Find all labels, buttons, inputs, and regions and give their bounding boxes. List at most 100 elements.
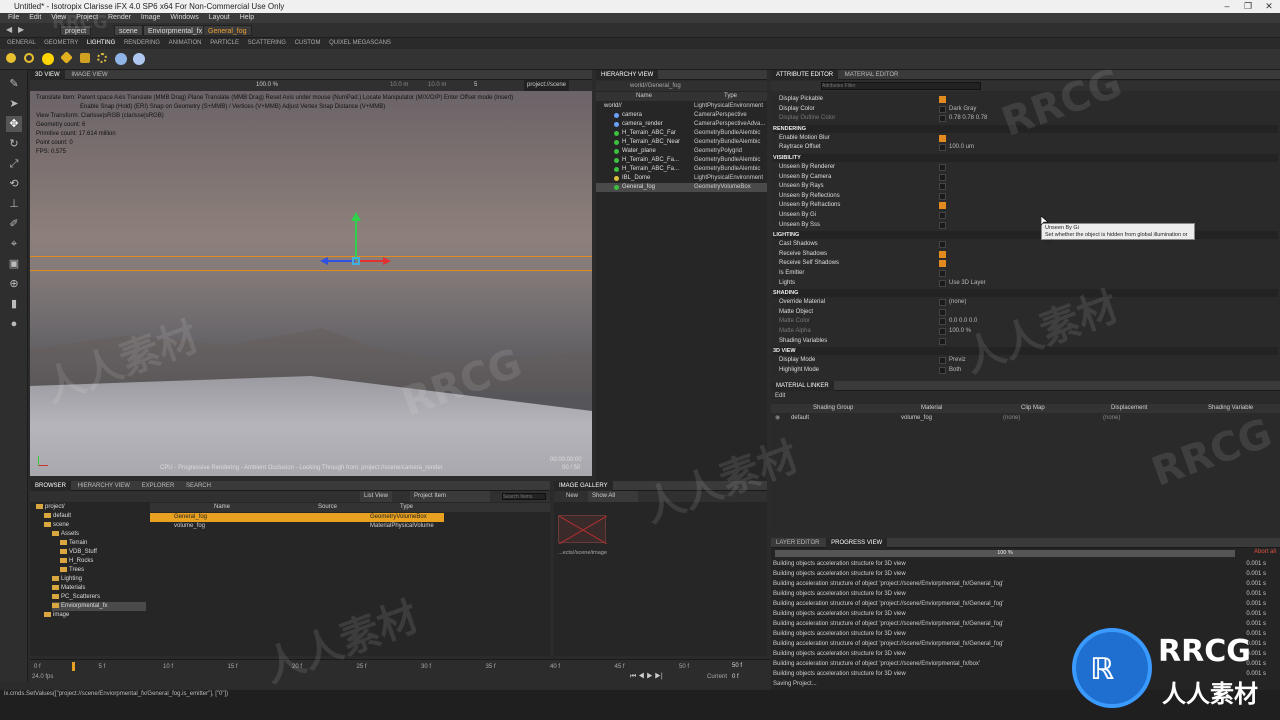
attribute-row[interactable]: Display Mode Previz: [779, 356, 1274, 365]
first-frame-icon[interactable]: ⏮: [630, 673, 636, 680]
col-displacement[interactable]: Displacement: [1111, 404, 1147, 413]
play-icon[interactable]: ▶: [646, 673, 652, 680]
tree-item[interactable]: project/: [36, 503, 65, 512]
crumb-general-fog[interactable]: General_fog: [203, 25, 252, 36]
abort-all-button[interactable]: Abort all: [1254, 549, 1276, 555]
tree-item[interactable]: VDB_Stuff: [60, 548, 97, 557]
menu-layout[interactable]: Layout: [209, 14, 230, 21]
gizmo-center[interactable]: [352, 257, 360, 265]
zoom-icon[interactable]: ⊕: [6, 276, 22, 292]
attribute-row[interactable]: Lights Use 3D Layer: [779, 279, 1274, 288]
next-frame-icon[interactable]: ▶|: [655, 673, 663, 680]
tree-item[interactable]: Terrain: [60, 539, 87, 548]
minimize-button[interactable]: –: [1217, 0, 1237, 13]
tab-hierarchy-view[interactable]: HIERARCHY VIEW: [596, 70, 659, 80]
tab-search[interactable]: SEARCH: [181, 481, 216, 491]
point-light-icon[interactable]: [6, 53, 16, 63]
material-linker-edit[interactable]: Edit: [775, 393, 785, 399]
attribute-row[interactable]: Cast Shadows: [779, 240, 1274, 249]
attribute-checkbox[interactable]: [939, 221, 946, 229]
attribute-checkbox[interactable]: [939, 299, 946, 307]
frame-field[interactable]: 5: [474, 80, 477, 91]
hierarchy-row[interactable]: camera CameraPerspective: [596, 111, 767, 120]
rotate-icon[interactable]: ↻: [6, 136, 22, 152]
tab-browser-hierarchy[interactable]: HIERARCHY VIEW: [73, 481, 135, 491]
tab-3d-view[interactable]: 3D VIEW: [30, 70, 65, 80]
prev-frame-icon[interactable]: ◀: [638, 673, 644, 680]
browser-item[interactable]: volume_fog MaterialPhysicalVolume: [150, 522, 444, 531]
attribute-row[interactable]: Unseen By Gi: [779, 211, 1274, 220]
view-mode-select[interactable]: List View: [360, 491, 392, 502]
attribute-row[interactable]: Is Emitter: [779, 269, 1274, 278]
hierarchy-row[interactable]: H_Terrain_ABC_Far GeometryBundleAlembic: [596, 129, 767, 138]
close-button[interactable]: ✕: [1259, 0, 1279, 13]
attribute-checkbox[interactable]: [939, 279, 946, 287]
tree-item[interactable]: image: [44, 611, 69, 620]
tab-material-editor[interactable]: MATERIAL EDITOR: [840, 70, 904, 80]
sun-light-icon[interactable]: [42, 53, 54, 65]
pick-icon[interactable]: ⌖: [6, 236, 22, 252]
crumb-project[interactable]: project: [60, 25, 92, 36]
menu-edit[interactable]: Edit: [29, 14, 41, 21]
hierarchy-row[interactable]: H_Terrain_ABC_Fa... GeometryBundleAlembic: [596, 156, 767, 165]
attribute-checkbox[interactable]: [939, 173, 946, 181]
attribute-row[interactable]: Unseen By Renderer: [779, 163, 1274, 172]
paint-icon[interactable]: ✐: [6, 216, 22, 232]
attribute-checkbox[interactable]: [939, 192, 946, 200]
attribute-value[interactable]: Dark Gray: [949, 105, 976, 114]
place-icon[interactable]: ⊥: [6, 196, 22, 212]
attribute-section-header[interactable]: LIGHTING: [773, 231, 1278, 240]
attribute-checkbox[interactable]: [939, 328, 946, 335]
gizmo-z-arrow[interactable]: [320, 257, 328, 265]
attribute-checkbox[interactable]: [939, 366, 946, 374]
scale-icon[interactable]: ⤢: [6, 156, 22, 172]
col-shading-group[interactable]: Shading Group: [813, 404, 853, 413]
gizmo-x-axis[interactable]: [360, 260, 384, 262]
attribute-section-header[interactable]: VISIBILITY: [773, 154, 1278, 162]
hierarchy-row[interactable]: camera_render CameraPerspectiveAdva...: [596, 120, 767, 129]
hierarchy-row[interactable]: IBL_Dome LightPhysicalEnvironment: [596, 174, 767, 183]
browser-item[interactable]: General_fog GeometryVolumeBox: [150, 513, 444, 522]
gizmo-y-axis[interactable]: [355, 218, 357, 260]
attribute-checkbox[interactable]: [939, 183, 946, 191]
attribute-checkbox[interactable]: [939, 164, 946, 171]
attribute-row[interactable]: Display Color Dark Gray: [779, 105, 1274, 114]
menu-file[interactable]: File: [8, 14, 19, 21]
tab-material-linker[interactable]: MATERIAL LINKER: [771, 381, 834, 391]
attribute-checkbox[interactable]: [939, 105, 946, 113]
attribute-checkbox[interactable]: [939, 308, 946, 316]
attribute-row[interactable]: Shading Variables: [779, 337, 1274, 346]
grid-size-field[interactable]: 10.0 m: [390, 80, 408, 91]
attribute-value[interactable]: Both: [949, 366, 961, 375]
tree-item[interactable]: H_Rocks: [60, 557, 93, 566]
move-icon[interactable]: ✥: [6, 116, 22, 132]
current-frame-field[interactable]: 0 f: [732, 674, 739, 680]
hierarchy-row[interactable]: H_Terrain_ABC_Near GeometryBundleAlembic: [596, 138, 767, 147]
attribute-checkbox[interactable]: [939, 318, 946, 326]
attribute-row[interactable]: Matte Color 0.0 0.0 0.0: [779, 317, 1274, 326]
transform-icon[interactable]: ⟲: [6, 176, 22, 192]
quad-light-icon[interactable]: [80, 53, 90, 63]
attribute-row[interactable]: Unseen By Camera: [779, 173, 1274, 182]
attribute-section-header[interactable]: SHADING: [773, 289, 1278, 298]
environment-light-icon[interactable]: [115, 53, 127, 65]
tree-item[interactable]: scene: [44, 521, 69, 530]
hierarchy-row[interactable]: H_Terrain_ABC_Fa... GeometryBundleAlembic: [596, 165, 767, 174]
attribute-row[interactable]: Display Outline Color 0.78 0.78 0.78: [779, 114, 1274, 123]
tab-layer-editor[interactable]: LAYER EDITOR: [771, 538, 824, 548]
attribute-row[interactable]: Unseen By Reflections: [779, 192, 1274, 201]
item-filter-select[interactable]: Project Item: [410, 491, 490, 502]
light-group-icon[interactable]: [97, 53, 107, 63]
tab-browser[interactable]: BROWSER: [30, 481, 72, 491]
camera-path-field[interactable]: project://scene: [524, 80, 570, 91]
color-picker-icon[interactable]: ●: [6, 316, 22, 332]
image-thumbnail[interactable]: [558, 515, 608, 545]
browser-search-input[interactable]: [502, 493, 546, 500]
command-line[interactable]: ix.cmds.SetValues(["project://scene/Envi…: [4, 691, 228, 697]
attribute-checkbox[interactable]: [939, 115, 946, 123]
attribute-checkbox[interactable]: [939, 144, 946, 152]
attribute-row[interactable]: Matte Alpha 100.0 %: [779, 327, 1274, 336]
tree-item[interactable]: Enviorpmental_fx: [52, 602, 146, 611]
timeline-cursor[interactable]: [72, 662, 75, 671]
end-frame-field[interactable]: 50 f: [732, 663, 742, 669]
